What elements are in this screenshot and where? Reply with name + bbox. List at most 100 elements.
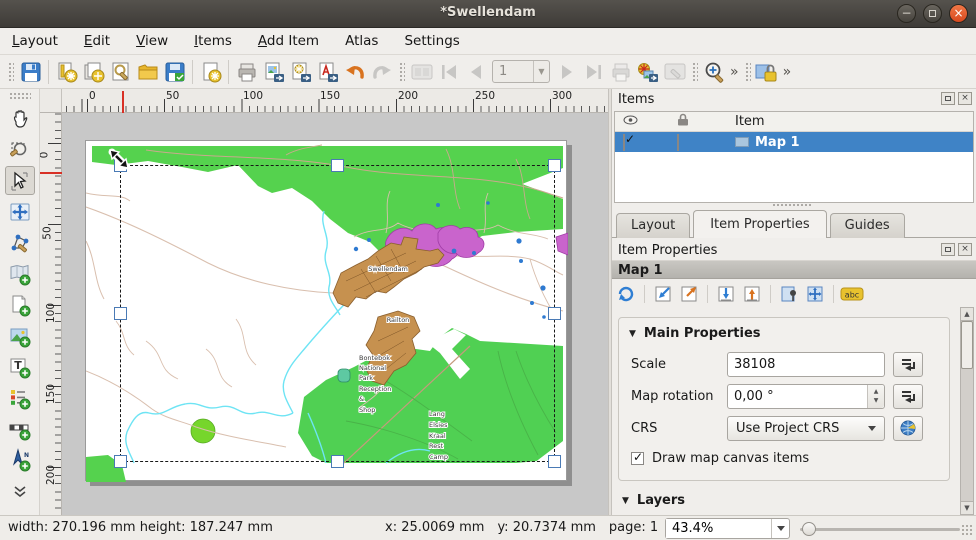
menu-atlas[interactable]: Atlas — [345, 33, 378, 49]
item-name[interactable]: Map 1 — [755, 135, 800, 150]
open-layout-icon[interactable] — [134, 58, 161, 85]
scrollbar-thumb[interactable] — [961, 321, 973, 369]
atlas-page-dropdown-icon[interactable]: ▼ — [533, 61, 549, 82]
new-from-template-icon[interactable] — [197, 58, 224, 85]
move-item-content-tool-icon[interactable] — [5, 197, 35, 226]
zoom-dropdown-icon[interactable] — [771, 519, 789, 538]
selection-handle[interactable] — [548, 455, 561, 468]
toolbar-grip[interactable] — [744, 61, 751, 83]
toolbar-grip[interactable] — [398, 61, 405, 83]
more-tools-icon[interactable] — [5, 476, 35, 505]
float-panel-icon[interactable] — [941, 92, 955, 105]
data-defined-override-button[interactable] — [893, 384, 923, 409]
menu-layout[interactable]: Layout — [12, 33, 58, 49]
menu-edit[interactable]: Edit — [84, 33, 110, 49]
visibility-column-header[interactable] — [615, 114, 669, 129]
zoom-combobox[interactable] — [665, 518, 790, 539]
export-image-icon[interactable] — [260, 58, 287, 85]
print-atlas-icon[interactable] — [607, 58, 634, 85]
set-scale-to-canvas-icon[interactable] — [714, 283, 738, 305]
layout-canvas[interactable]: 0 50 100 150 200 250 300 0 50 100 150 20… — [40, 89, 608, 515]
selection-handle[interactable] — [331, 159, 344, 172]
refresh-icon[interactable] — [614, 283, 638, 305]
menu-view[interactable]: View — [136, 33, 168, 49]
lock-checkbox[interactable] — [677, 134, 679, 151]
atlas-page-input[interactable] — [493, 64, 533, 79]
close-button[interactable]: × — [949, 4, 968, 23]
map-item-selection[interactable] — [120, 165, 555, 462]
draw-canvas-items-checkbox[interactable] — [631, 452, 644, 465]
toolbar-overflow-icon[interactable]: » — [730, 64, 739, 80]
add-picture-icon[interactable] — [5, 321, 35, 350]
new-layout-icon[interactable] — [53, 58, 80, 85]
add-label-icon[interactable]: T — [5, 352, 35, 381]
redo-icon[interactable] — [368, 58, 395, 85]
menu-items[interactable]: Items — [194, 33, 232, 49]
selection-handle[interactable] — [331, 455, 344, 468]
add-scalebar-icon[interactable] — [5, 414, 35, 443]
lock-column-header[interactable] — [669, 113, 727, 130]
save-as-template-icon[interactable] — [161, 58, 188, 85]
menu-settings[interactable]: Settings — [404, 33, 459, 49]
export-svg-icon[interactable] — [287, 58, 314, 85]
atlas-prev-icon[interactable] — [462, 58, 489, 85]
interactive-edit-icon[interactable] — [777, 283, 801, 305]
draw-canvas-items-row[interactable]: Draw map canvas items — [631, 451, 949, 466]
selection-handle[interactable] — [114, 455, 127, 468]
atlas-page-spinner[interactable]: ▼ — [492, 60, 550, 83]
atlas-first-icon[interactable] — [435, 58, 462, 85]
atlas-last-icon[interactable] — [580, 58, 607, 85]
minimize-button[interactable]: − — [897, 4, 916, 23]
close-panel-icon[interactable]: × — [958, 243, 972, 256]
vertical-scrollbar[interactable]: ▲ ▼ — [960, 307, 974, 515]
rotation-input[interactable] — [728, 385, 884, 408]
window-resize-grip[interactable] — [961, 524, 973, 536]
item-column-header[interactable]: Item — [727, 114, 973, 129]
toolbar-overflow-icon[interactable]: » — [783, 64, 792, 80]
float-panel-icon[interactable] — [941, 243, 955, 256]
duplicate-layout-icon[interactable] — [80, 58, 107, 85]
auto-label-icon[interactable]: abc — [840, 283, 864, 305]
layout-manager-icon[interactable] — [107, 58, 134, 85]
select-move-item-tool-icon[interactable] — [5, 166, 35, 195]
save-icon[interactable] — [17, 58, 44, 85]
items-row-map1[interactable]: Map 1 — [615, 132, 973, 152]
atlas-preview-icon[interactable] — [408, 58, 435, 85]
crs-dropdown[interactable]: Use Project CRS — [727, 416, 885, 441]
toolbar-grip[interactable] — [7, 61, 14, 83]
add-map-icon[interactable] — [5, 259, 35, 288]
pan-tool-icon[interactable] — [5, 104, 35, 133]
zoom-slider[interactable] — [800, 528, 960, 531]
tab-layout[interactable]: Layout — [616, 213, 690, 238]
menu-add-item[interactable]: Add Item — [258, 33, 319, 49]
close-panel-icon[interactable]: × — [958, 92, 972, 105]
scale-input[interactable] — [728, 353, 884, 376]
toolbar-grip[interactable] — [9, 92, 31, 99]
add-north-arrow-icon[interactable]: N — [5, 445, 35, 474]
view-scale-in-canvas-icon[interactable] — [740, 283, 764, 305]
undo-icon[interactable] — [341, 58, 368, 85]
spinner-buttons[interactable]: ▲▼ — [867, 385, 884, 408]
layers-section[interactable]: ▼ Layers — [622, 493, 685, 508]
scroll-up-icon[interactable]: ▲ — [961, 308, 973, 321]
zoom-in-icon[interactable] — [701, 58, 728, 85]
selection-handle[interactable] — [114, 307, 127, 320]
export-pdf-icon[interactable] — [314, 58, 341, 85]
lock-items-icon[interactable] — [754, 58, 781, 85]
selection-handle[interactable] — [548, 307, 561, 320]
panel-resize-grip[interactable] — [772, 203, 812, 208]
set-extent-to-canvas-icon[interactable] — [651, 283, 675, 305]
rotation-field[interactable]: ▲▼ — [727, 384, 885, 409]
view-extent-in-canvas-icon[interactable] — [677, 283, 701, 305]
atlas-next-icon[interactable] — [553, 58, 580, 85]
atlas-settings-icon[interactable] — [661, 58, 688, 85]
selection-handle[interactable] — [548, 159, 561, 172]
export-atlas-icon[interactable] — [634, 58, 661, 85]
print-icon[interactable] — [233, 58, 260, 85]
add-shape-icon[interactable] — [5, 290, 35, 319]
visibility-checkbox[interactable] — [623, 134, 625, 151]
edit-nodes-tool-icon[interactable] — [5, 228, 35, 257]
main-properties-section[interactable]: ▼ Main Properties — [619, 318, 949, 345]
toolbar-grip[interactable] — [691, 61, 698, 83]
tab-guides[interactable]: Guides — [830, 213, 905, 238]
